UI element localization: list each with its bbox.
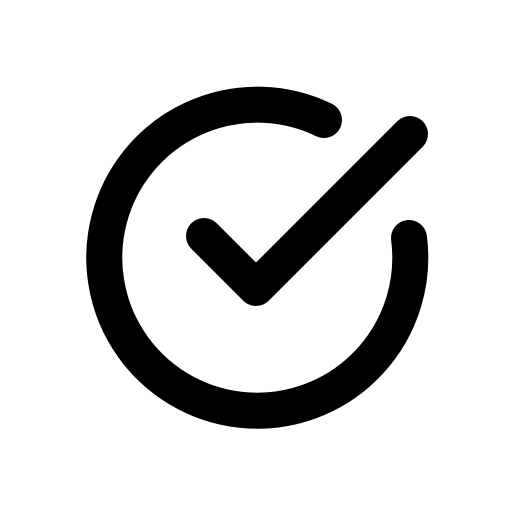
checkmark-icon [186,116,428,306]
icon-canvas [0,0,512,512]
circle-outline-icon [86,86,429,429]
check-circle-icon [0,0,512,512]
